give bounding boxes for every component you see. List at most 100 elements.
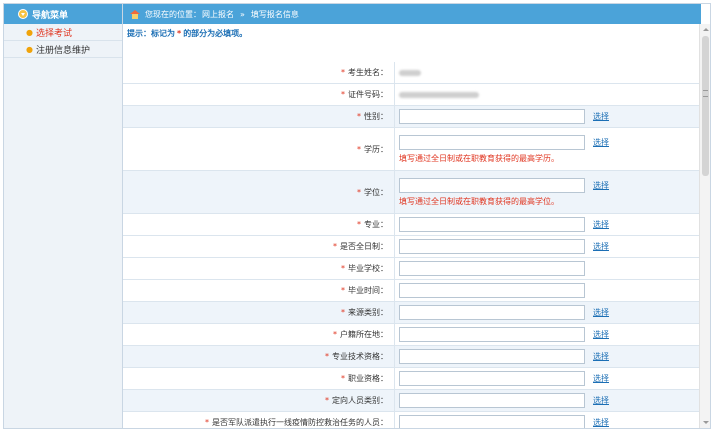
field-value: 选择 填写通过全日制或在职教育获得的最高学位。	[395, 171, 701, 213]
field-value: 选择	[395, 346, 701, 367]
household-location-choose-link[interactable]: 选择	[593, 329, 609, 340]
form-row-household-location: * 户籍所在地： 选择	[123, 324, 701, 346]
field-label: * 考生姓名：	[123, 62, 395, 83]
education-choose-link[interactable]: 选择	[593, 137, 609, 148]
source-category-input[interactable]	[399, 305, 585, 320]
field-label: * 学历：	[123, 128, 395, 170]
form-row-name: * 考生姓名：	[123, 62, 701, 84]
professional-qualification-choose-link[interactable]: 选择	[593, 351, 609, 362]
field-value: 选择	[395, 324, 701, 345]
field-value: 选择	[395, 106, 701, 127]
professional-qualification-input[interactable]	[399, 349, 585, 364]
form-row-id-number: * 证件号码：	[123, 84, 701, 106]
breadcrumb: 您现在的位置： 网上报名 » 填写报名信息	[123, 4, 701, 24]
menu-toggle-icon	[18, 9, 28, 19]
form-row-degree: * 学位： 选择 填写通过全日制或在职教育获得的最高学位。	[123, 171, 701, 214]
redacted-name	[399, 69, 421, 76]
form-row-source-category: * 来源类别： 选择	[123, 302, 701, 324]
field-value: 选择	[395, 302, 701, 323]
scroll-thumb[interactable]	[702, 36, 709, 176]
major-input[interactable]	[399, 217, 585, 232]
field-value: 选择	[395, 236, 701, 257]
form-row-education: * 学历： 选择 填写通过全日制或在职教育获得的最高学历。	[123, 128, 701, 171]
sidebar-item-label: 选择考试	[36, 28, 73, 39]
field-label: * 户籍所在地：	[123, 324, 395, 345]
window-frame: 导航菜单 ● 选择考试 ● 注册信息维护 您现在的位置： 网上报名 » 填写报名…	[3, 3, 711, 429]
form-row-gender: * 性别： 选择	[123, 106, 701, 128]
field-label: * 性别：	[123, 106, 395, 127]
major-choose-link[interactable]: 选择	[593, 219, 609, 230]
field-label: * 职业资格：	[123, 368, 395, 389]
sidebar-header: 导航菜单	[4, 4, 122, 24]
military-dispatch-input[interactable]	[399, 415, 585, 428]
field-label: * 定向人员类别：	[123, 390, 395, 411]
form-row-military-dispatch: * 是否军队派遣执行一线疫情防控救治任务的人员： 选择	[123, 412, 701, 428]
field-label: * 是否全日制：	[123, 236, 395, 257]
hint-star: *	[177, 28, 182, 38]
field-value	[395, 280, 701, 301]
breadcrumb-current: 填写报名信息	[250, 9, 299, 19]
full-time-choose-link[interactable]: 选择	[593, 241, 609, 252]
field-label: * 专业技术资格：	[123, 346, 395, 367]
field-label: * 专业：	[123, 214, 395, 235]
registration-form: * 考生姓名： * 证件号码： * 性别： 选择 * 学历： 选择 填写通过全日…	[123, 62, 701, 428]
form-row-graduation-school: * 毕业学校：	[123, 258, 701, 280]
graduation-school-input[interactable]	[399, 261, 585, 276]
sidebar-item-registration-info[interactable]: ● 注册信息维护	[4, 41, 122, 58]
sidebar: 导航菜单 ● 选择考试 ● 注册信息维护	[4, 4, 123, 428]
breadcrumb-prefix: 您现在的位置：	[145, 9, 201, 19]
field-label: * 证件号码：	[123, 84, 395, 105]
hint-before: 提示：标记为	[127, 28, 175, 38]
education-note: 填写通过全日制或在职教育获得的最高学历。	[399, 153, 559, 163]
full-time-input[interactable]	[399, 239, 585, 254]
degree-note: 填写通过全日制或在职教育获得的最高学位。	[399, 196, 559, 206]
field-value: 选择	[395, 412, 701, 428]
bullet-icon: ●	[26, 28, 33, 37]
scroll-up-icon[interactable]	[703, 28, 709, 31]
field-value: 选择 填写通过全日制或在职教育获得的最高学历。	[395, 128, 701, 170]
hint-after: 的部分为必填项。	[183, 28, 248, 38]
field-value: 选择	[395, 390, 701, 411]
breadcrumb-section[interactable]: 网上报名	[202, 9, 234, 20]
scroll-grip-icon	[703, 90, 708, 97]
sidebar-header-label: 导航菜单	[32, 10, 69, 21]
home-icon	[130, 9, 140, 19]
field-value: 选择	[395, 214, 701, 235]
scroll-down-icon[interactable]	[703, 421, 709, 424]
degree-choose-link[interactable]: 选择	[593, 180, 609, 191]
military-dispatch-choose-link[interactable]: 选择	[593, 417, 609, 428]
household-location-input[interactable]	[399, 327, 585, 342]
field-label: * 毕业学校：	[123, 258, 395, 279]
field-value	[395, 84, 701, 105]
field-value	[395, 62, 701, 83]
field-value	[395, 258, 701, 279]
breadcrumb-separator: »	[240, 9, 245, 19]
bullet-icon: ●	[26, 45, 33, 54]
targeted-personnel-input[interactable]	[399, 393, 585, 408]
education-input[interactable]	[399, 134, 585, 150]
form-row-professional-qualification: * 专业技术资格： 选择	[123, 346, 701, 368]
gender-input[interactable]	[399, 109, 585, 124]
source-category-choose-link[interactable]: 选择	[593, 307, 609, 318]
main-content: 您现在的位置： 网上报名 » 填写报名信息 提示：标记为 * 的部分为必填项。 …	[123, 4, 701, 428]
vocational-qualification-choose-link[interactable]: 选择	[593, 373, 609, 384]
field-value: 选择	[395, 368, 701, 389]
form-row-targeted-personnel: * 定向人员类别： 选择	[123, 390, 701, 412]
field-label: * 毕业时间：	[123, 280, 395, 301]
graduation-time-input[interactable]	[399, 283, 585, 298]
form-row-full-time: * 是否全日制： 选择	[123, 236, 701, 258]
sidebar-item-select-exam[interactable]: ● 选择考试	[4, 24, 122, 41]
degree-input[interactable]	[399, 177, 585, 193]
field-label: * 来源类别：	[123, 302, 395, 323]
sidebar-item-label: 注册信息维护	[36, 45, 91, 56]
form-row-vocational-qualification: * 职业资格： 选择	[123, 368, 701, 390]
required-hint: 提示：标记为 * 的部分为必填项。	[123, 24, 701, 42]
field-label: * 学位：	[123, 171, 395, 213]
vertical-scrollbar[interactable]	[699, 24, 710, 428]
vocational-qualification-input[interactable]	[399, 371, 585, 386]
form-row-major: * 专业： 选择	[123, 214, 701, 236]
targeted-personnel-choose-link[interactable]: 选择	[593, 395, 609, 406]
form-row-graduation-time: * 毕业时间：	[123, 280, 701, 302]
gender-choose-link[interactable]: 选择	[593, 111, 609, 122]
field-label: * 是否军队派遣执行一线疫情防控救治任务的人员：	[123, 412, 395, 428]
